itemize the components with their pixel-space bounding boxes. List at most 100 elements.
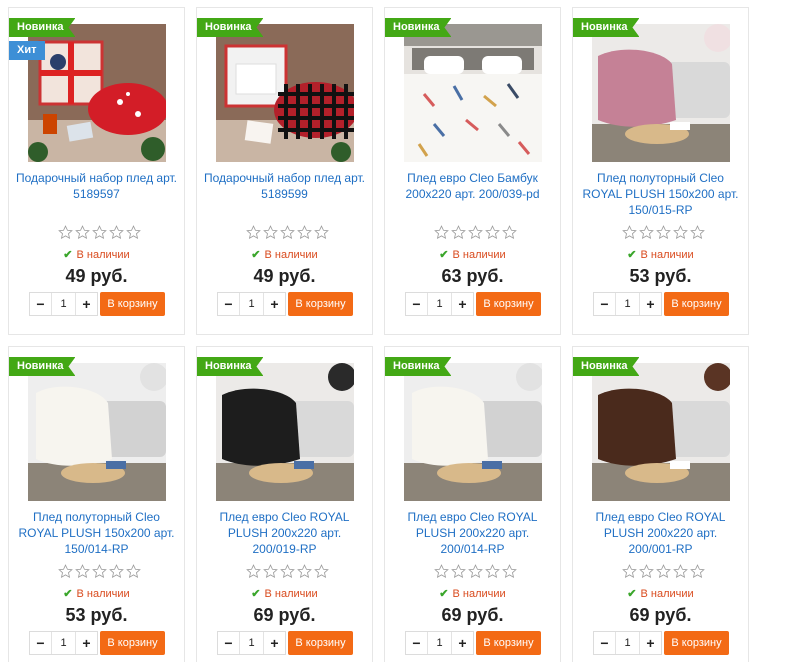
star-outline-icon[interactable] (639, 564, 654, 584)
rating-stars[interactable] (622, 564, 705, 584)
star-outline-icon[interactable] (451, 225, 466, 245)
star-outline-icon[interactable] (434, 225, 449, 245)
quantity-input[interactable]: 1 (427, 632, 452, 654)
star-outline-icon[interactable] (485, 564, 500, 584)
product-title-link[interactable]: Плед полуторный Cleo ROYAL PLUSH 150x200… (15, 509, 178, 557)
star-outline-icon[interactable] (622, 564, 637, 584)
star-outline-icon[interactable] (92, 225, 107, 245)
quantity-input[interactable]: 1 (51, 632, 76, 654)
add-to-cart-button[interactable]: В корзину (100, 292, 165, 316)
quantity-stepper[interactable]: −1 + (29, 292, 98, 316)
minus-icon[interactable]: − (406, 635, 427, 651)
product-image[interactable] (592, 24, 730, 162)
star-outline-icon[interactable] (126, 564, 141, 584)
star-outline-icon[interactable] (126, 225, 141, 245)
quantity-input[interactable]: 1 (51, 293, 76, 315)
star-outline-icon[interactable] (109, 564, 124, 584)
rating-stars[interactable] (434, 564, 517, 584)
plus-icon[interactable]: + (264, 635, 285, 651)
star-outline-icon[interactable] (639, 225, 654, 245)
product-image[interactable] (216, 24, 354, 162)
minus-icon[interactable]: − (594, 635, 615, 651)
star-outline-icon[interactable] (297, 564, 312, 584)
add-to-cart-button[interactable]: В корзину (476, 631, 541, 655)
plus-icon[interactable]: + (264, 296, 285, 312)
star-outline-icon[interactable] (92, 564, 107, 584)
minus-icon[interactable]: − (218, 635, 239, 651)
star-outline-icon[interactable] (263, 225, 278, 245)
star-outline-icon[interactable] (109, 225, 124, 245)
star-outline-icon[interactable] (280, 225, 295, 245)
star-outline-icon[interactable] (297, 225, 312, 245)
add-to-cart-button[interactable]: В корзину (476, 292, 541, 316)
star-outline-icon[interactable] (622, 225, 637, 245)
add-to-cart-button[interactable]: В корзину (100, 631, 165, 655)
product-image[interactable] (404, 363, 542, 501)
star-outline-icon[interactable] (690, 564, 705, 584)
quantity-input[interactable]: 1 (615, 293, 640, 315)
quantity-stepper[interactable]: −1 + (217, 631, 286, 655)
quantity-stepper[interactable]: −1 + (405, 631, 474, 655)
star-outline-icon[interactable] (485, 225, 500, 245)
star-outline-icon[interactable] (656, 564, 671, 584)
plus-icon[interactable]: + (76, 635, 97, 651)
add-to-cart-button[interactable]: В корзину (288, 292, 353, 316)
product-title-link[interactable]: Плед полуторный Cleo ROYAL PLUSH 150x200… (579, 170, 742, 218)
product-title-link[interactable]: Плед евро Cleo Бамбук 200x220 арт. 200/0… (391, 170, 554, 202)
product-title-link[interactable]: Плед евро Cleo ROYAL PLUSH 200x220 арт. … (203, 509, 366, 557)
star-outline-icon[interactable] (690, 225, 705, 245)
star-outline-icon[interactable] (434, 564, 449, 584)
minus-icon[interactable]: − (594, 296, 615, 312)
star-outline-icon[interactable] (502, 564, 517, 584)
quantity-input[interactable]: 1 (615, 632, 640, 654)
product-title-link[interactable]: Подарочный набор плед арт. 5189597 (15, 170, 178, 202)
plus-icon[interactable]: + (452, 296, 473, 312)
product-title-link[interactable]: Плед евро Cleo ROYAL PLUSH 200x220 арт. … (391, 509, 554, 557)
star-outline-icon[interactable] (75, 225, 90, 245)
plus-icon[interactable]: + (76, 296, 97, 312)
minus-icon[interactable]: − (30, 635, 51, 651)
star-outline-icon[interactable] (673, 225, 688, 245)
star-outline-icon[interactable] (468, 564, 483, 584)
star-outline-icon[interactable] (246, 564, 261, 584)
rating-stars[interactable] (58, 225, 141, 245)
star-outline-icon[interactable] (280, 564, 295, 584)
quantity-input[interactable]: 1 (239, 632, 264, 654)
plus-icon[interactable]: + (640, 296, 661, 312)
star-outline-icon[interactable] (656, 225, 671, 245)
rating-stars[interactable] (246, 564, 329, 584)
plus-icon[interactable]: + (640, 635, 661, 651)
star-outline-icon[interactable] (314, 564, 329, 584)
quantity-input[interactable]: 1 (427, 293, 452, 315)
star-outline-icon[interactable] (58, 225, 73, 245)
rating-stars[interactable] (622, 225, 705, 245)
plus-icon[interactable]: + (452, 635, 473, 651)
minus-icon[interactable]: − (218, 296, 239, 312)
product-image[interactable] (28, 363, 166, 501)
quantity-stepper[interactable]: −1 + (405, 292, 474, 316)
product-title-link[interactable]: Плед евро Cleo ROYAL PLUSH 200x220 арт. … (579, 509, 742, 557)
minus-icon[interactable]: − (406, 296, 427, 312)
product-title-link[interactable]: Подарочный набор плед арт. 5189599 (203, 170, 366, 202)
quantity-input[interactable]: 1 (239, 293, 264, 315)
star-outline-icon[interactable] (502, 225, 517, 245)
minus-icon[interactable]: − (30, 296, 51, 312)
star-outline-icon[interactable] (246, 225, 261, 245)
quantity-stepper[interactable]: −1 + (593, 631, 662, 655)
star-outline-icon[interactable] (314, 225, 329, 245)
star-outline-icon[interactable] (468, 225, 483, 245)
add-to-cart-button[interactable]: В корзину (664, 631, 729, 655)
star-outline-icon[interactable] (58, 564, 73, 584)
product-image[interactable] (216, 363, 354, 501)
quantity-stepper[interactable]: −1 + (217, 292, 286, 316)
rating-stars[interactable] (58, 564, 141, 584)
product-image[interactable] (28, 24, 166, 162)
add-to-cart-button[interactable]: В корзину (288, 631, 353, 655)
product-image[interactable] (404, 24, 542, 162)
rating-stars[interactable] (434, 225, 517, 245)
star-outline-icon[interactable] (263, 564, 278, 584)
star-outline-icon[interactable] (451, 564, 466, 584)
product-image[interactable] (592, 363, 730, 501)
quantity-stepper[interactable]: −1 + (29, 631, 98, 655)
add-to-cart-button[interactable]: В корзину (664, 292, 729, 316)
